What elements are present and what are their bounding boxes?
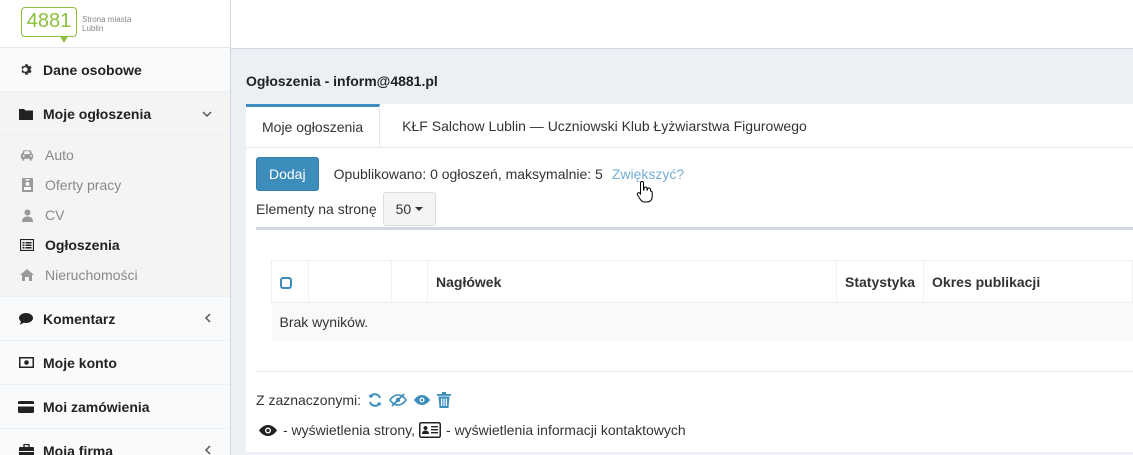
table-row: Brak wyników.	[271, 302, 1133, 341]
table-header-statystyka[interactable]: Statystyka	[835, 260, 925, 303]
table-header-col2	[308, 260, 392, 303]
divider	[256, 227, 1133, 230]
tabs: Moje ogłoszenia KŁF Salchow Lublin — Ucz…	[246, 104, 1133, 148]
sidebar-item-label: Moje ogłoszenia	[43, 105, 152, 122]
table-header-naglowek[interactable]: Nagłówek	[427, 260, 837, 303]
eye-icon[interactable]	[413, 394, 431, 406]
list-alt-icon	[20, 239, 34, 251]
legend-page-views: - wyświetlenia strony,	[283, 422, 416, 438]
logo-caption-line1: Strona miasta	[82, 15, 132, 24]
sidebar-menu: Dane osobowe Moje ogłoszenia Auto Oferty…	[0, 48, 230, 455]
legend-contact-views: - wyświetlenia informacji kontaktowych	[446, 422, 686, 438]
per-page-dropdown[interactable]: 50	[382, 192, 437, 226]
comment-icon	[18, 312, 34, 325]
select-all-header[interactable]	[271, 260, 309, 303]
tab-moje-ogloszenia[interactable]: Moje ogłoszenia	[246, 104, 381, 147]
logo[interactable]: 4881 Strona miasta Lublin	[0, 0, 230, 48]
submenu-item-label: CV	[45, 207, 65, 223]
sidebar-item-label: Moi zamówienia	[43, 398, 150, 415]
trash-icon[interactable]	[437, 392, 452, 408]
bulk-actions: Z zaznaczonymi:	[256, 392, 452, 408]
sidebar-item-label: Moja firma	[43, 442, 114, 455]
top-navbar	[231, 0, 1133, 49]
logo-caption: Strona miasta Lublin	[82, 15, 131, 33]
submenu-item-oferty-pracy[interactable]: Oferty pracy	[0, 170, 230, 200]
select-all-checkbox[interactable]	[280, 276, 292, 289]
briefcase-icon	[18, 444, 34, 455]
eye-slash-icon[interactable]	[389, 393, 407, 407]
sidebar-item-moja-firma[interactable]: Moja firma	[0, 429, 230, 455]
submenu-item-cv[interactable]: CV	[0, 200, 230, 230]
id-badge-icon	[20, 178, 34, 192]
submenu-item-label: Nieruchomości	[45, 267, 138, 283]
table-header-okres-publikacji[interactable]: Okres publikacji	[923, 260, 1133, 303]
logo-number: 4881	[21, 7, 77, 37]
submenu-item-label: Oferty pracy	[45, 177, 122, 193]
home-icon	[20, 269, 34, 281]
sidebar-item-komentarz[interactable]: Komentarz	[0, 297, 230, 341]
divider	[256, 371, 1133, 372]
sidebar: 4881 Strona miasta Lublin Dane osobowe M…	[0, 0, 231, 455]
sidebar-item-label: Komentarz	[43, 310, 116, 327]
add-button[interactable]: Dodaj	[256, 157, 319, 191]
tab-klf-salchow[interactable]: KŁF Salchow Lublin — Uczniowski Klub Łyż…	[380, 104, 823, 147]
submenu-moje-ogloszenia: Auto Oferty pracy CV Ogłoszenia Nierucho…	[0, 136, 230, 297]
submenu-item-auto[interactable]: Auto	[0, 140, 230, 170]
refresh-icon[interactable]	[367, 392, 383, 408]
table-header-col3	[391, 260, 428, 303]
sidebar-item-label: Moje konto	[43, 354, 117, 371]
per-page-label: Elementy na stronę	[256, 201, 377, 217]
submenu-item-nieruchomosci[interactable]: Nieruchomości	[0, 260, 230, 290]
submenu-item-ogloszenia[interactable]: Ogłoszenia	[0, 230, 230, 260]
logo-caption-line2: Lublin	[82, 24, 104, 33]
per-page-control: Elementy na stronę 50	[256, 192, 437, 226]
car-icon	[20, 149, 34, 161]
chevron-left-icon	[204, 312, 212, 326]
empty-results-text: Brak wyników.	[271, 302, 1133, 341]
hand-pointer-icon	[636, 180, 654, 207]
sidebar-item-label: Dane osobowe	[43, 61, 142, 78]
caret-down-icon	[415, 207, 424, 211]
table-header-row: Nagłówek Statystyka Okres publikacji	[271, 260, 1133, 303]
chevron-left-icon	[204, 444, 212, 455]
submenu-item-label: Ogłoszenia	[45, 237, 120, 253]
eye-icon	[258, 424, 278, 437]
money-icon	[18, 357, 34, 368]
sidebar-item-moi-zamowienia[interactable]: Moi zamówienia	[0, 385, 230, 429]
gear-icon	[18, 63, 34, 76]
sidebar-item-moje-ogloszenia[interactable]: Moje ogłoszenia	[0, 92, 230, 136]
ads-panel: Moje ogłoszenia KŁF Salchow Lublin — Ucz…	[246, 104, 1133, 452]
submenu-item-label: Auto	[45, 147, 74, 163]
page-title: Ogłoszenia - inform@4881.pl	[246, 73, 438, 89]
user-icon	[20, 209, 34, 222]
credit-card-icon	[18, 400, 34, 413]
contact-card-icon	[419, 422, 442, 438]
with-selected-label: Z zaznaczonymi:	[256, 392, 362, 408]
sidebar-item-moje-konto[interactable]: Moje konto	[0, 341, 230, 385]
stats-legend: - wyświetlenia strony, - wyświetlenia in…	[258, 422, 690, 438]
toolbar: Dodaj Opublikowano: 0 ogłoszeń, maksymal…	[256, 157, 684, 191]
logo-bubble-tail	[60, 36, 68, 43]
chevron-down-icon	[202, 107, 212, 121]
folder-icon	[18, 108, 34, 120]
published-status: Opublikowano: 0 ogłoszeń, maksymalnie: 5	[333, 166, 603, 182]
per-page-value: 50	[395, 201, 412, 217]
ads-table: Nagłówek Statystyka Okres publikacji Bra…	[271, 260, 1133, 341]
sidebar-item-dane-osobowe[interactable]: Dane osobowe	[0, 48, 230, 92]
